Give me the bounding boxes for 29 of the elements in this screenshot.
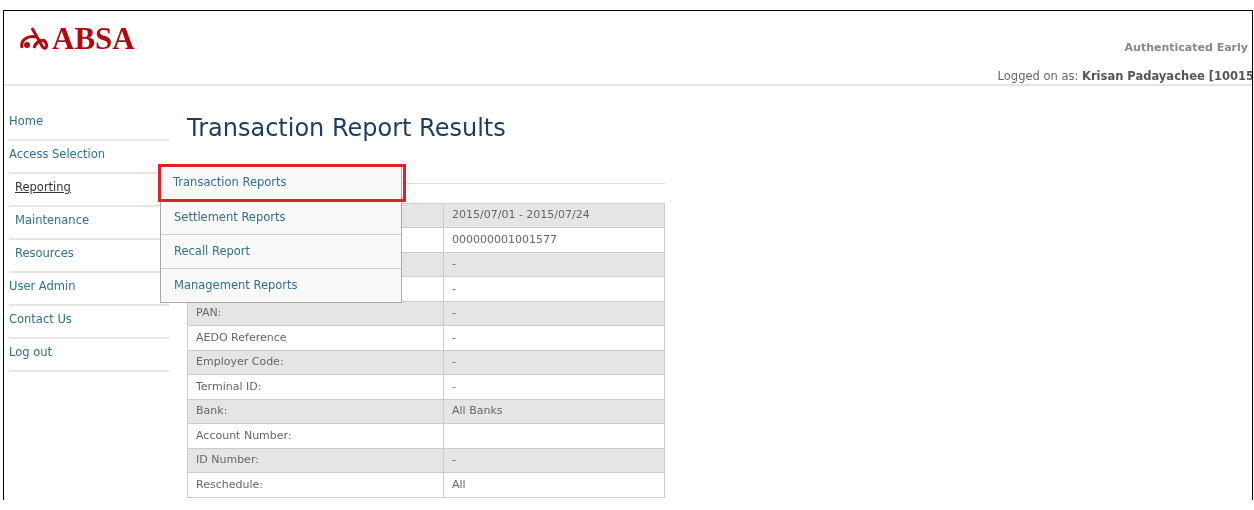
auth-status: Authenticated Early — [1124, 40, 1248, 56]
table-cell: - — [443, 276, 665, 302]
menu-item[interactable]: Management Reports — [161, 268, 401, 302]
table-cell: AEDO Reference — [187, 325, 444, 351]
table-cell: All — [443, 472, 665, 498]
table-cell: All Banks — [443, 399, 665, 424]
table-cell: PAN: — [187, 301, 444, 326]
table-cell: - — [443, 350, 665, 375]
sidebar-item[interactable]: Home — [9, 108, 169, 141]
table-cell: Account Number: — [187, 423, 444, 449]
logo-icon — [18, 25, 50, 52]
table-cell: Employer Code: — [187, 350, 444, 375]
table-cell: - — [443, 448, 665, 473]
table-cell: Terminal ID: — [187, 374, 444, 400]
table-cell: ID Number: — [187, 448, 444, 473]
logo-text: ABSA — [52, 23, 135, 54]
table-cell: 000000001001577 — [443, 227, 665, 253]
table-cell: - — [443, 374, 665, 400]
table-cell: Reschedule: — [187, 472, 444, 498]
sidebar-item[interactable]: Contact Us — [9, 306, 169, 339]
menu-item[interactable]: Recall Report — [161, 234, 401, 268]
page-title: Transaction Report Results — [187, 114, 507, 143]
sidebar-item[interactable]: Log out — [9, 339, 169, 372]
table-cell: Bank: — [187, 399, 444, 424]
table-cell: - — [443, 301, 665, 326]
table-cell: 2015/07/01 - 2015/07/24 — [443, 203, 665, 228]
menu-item[interactable]: Settlement Reports — [161, 200, 401, 234]
table-cell: - — [443, 252, 665, 277]
table-cell: - — [443, 325, 665, 351]
